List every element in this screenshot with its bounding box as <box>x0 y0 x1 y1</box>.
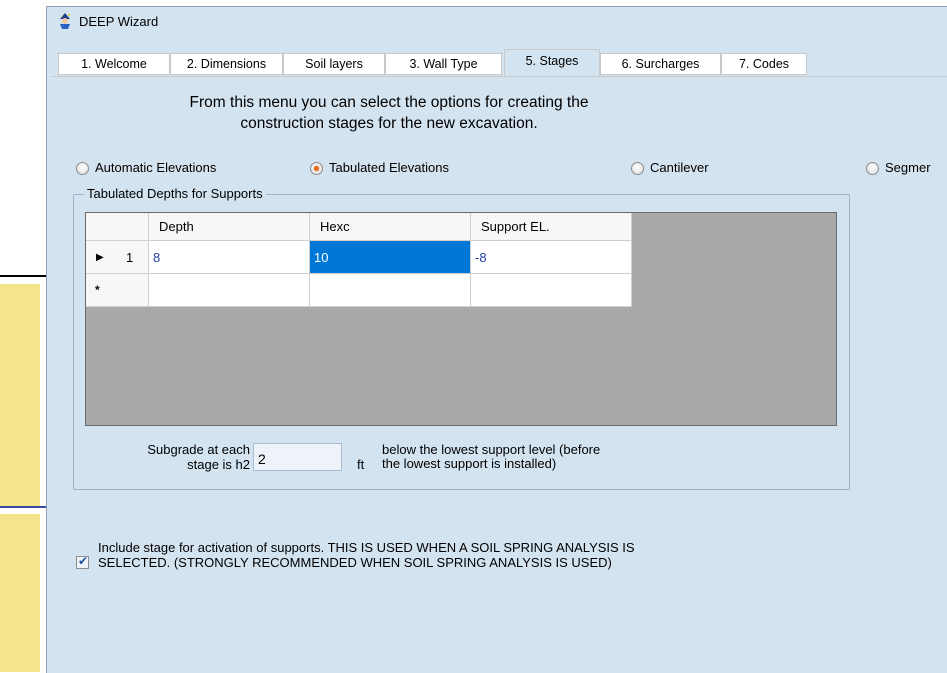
radio-circle <box>310 161 323 175</box>
new-row-asterisk-icon: * <box>95 283 100 297</box>
row-index: 1 <box>126 250 134 265</box>
background-yellow-panel <box>0 284 40 506</box>
background-divider-line <box>0 275 46 277</box>
table-cell-depth[interactable] <box>149 274 310 307</box>
title-bar[interactable]: DEEP Wizard <box>47 7 947 35</box>
radio-circle <box>866 161 879 175</box>
radio-circle <box>631 161 644 175</box>
tab-codes[interactable]: 7. Codes <box>721 53 807 75</box>
radio-automatic-elevations[interactable]: Automatic Elevations <box>76 158 216 178</box>
column-header-depth[interactable]: Depth <box>149 213 310 241</box>
column-header-hexc[interactable]: Hexc <box>310 213 471 241</box>
tab-panel-border <box>52 76 947 77</box>
table-cell-support-el[interactable]: -8 <box>471 241 632 274</box>
h2-input[interactable] <box>253 443 342 471</box>
checkmark-icon: ✔ <box>78 554 89 568</box>
tab-dimensions[interactable]: 2. Dimensions <box>170 53 283 75</box>
radio-circle <box>76 161 89 175</box>
background-yellow-panel <box>0 514 40 672</box>
row-header[interactable]: ▶ 1 <box>86 241 149 274</box>
radio-label: Segmer <box>885 160 931 175</box>
group-title: Tabulated Depths for Supports <box>84 186 266 201</box>
intro-text: From this menu you can select the option… <box>189 94 589 132</box>
radio-segmented[interactable]: Segmer <box>866 158 947 178</box>
activation-checkbox-label: Include stage for activation of supports… <box>98 540 635 570</box>
table-corner-header <box>86 213 149 241</box>
tab-wall-type[interactable]: 3. Wall Type <box>385 53 502 75</box>
table-cell-support-el[interactable] <box>471 274 632 307</box>
unit-label: ft <box>357 457 365 472</box>
tab-welcome[interactable]: 1. Welcome <box>58 53 170 75</box>
radio-cantilever[interactable]: Cantilever <box>631 158 709 178</box>
wizard-app-icon <box>60 13 70 29</box>
radio-label: Cantilever <box>650 160 709 175</box>
table-cell-hexc[interactable] <box>310 274 471 307</box>
subgrade-note: below the lowest support level (before t… <box>382 442 601 471</box>
tab-stages[interactable]: 5. Stages <box>504 49 600 76</box>
column-header-support-el[interactable]: Support EL. <box>471 213 632 241</box>
subgrade-label: Subgrade at each stage is h2 <box>147 442 250 472</box>
radio-label: Tabulated Elevations <box>329 160 449 175</box>
radio-label: Automatic Elevations <box>95 160 217 175</box>
activation-checkbox[interactable]: ✔ <box>76 554 89 569</box>
window-title: DEEP Wizard <box>79 14 159 29</box>
radio-tabulated-elevations[interactable]: Tabulated Elevations <box>310 158 449 178</box>
row-header-new[interactable]: * <box>86 274 149 307</box>
tab-soil-layers[interactable]: Soil layers <box>283 53 385 75</box>
current-row-arrow-icon: ▶ <box>96 252 104 263</box>
supports-table[interactable]: Depth Hexc Support EL. ▶ 1 8 10 -8 * <box>85 212 837 426</box>
tab-surcharges[interactable]: 6. Surcharges <box>600 53 721 75</box>
table-cell-depth[interactable]: 8 <box>149 241 310 274</box>
table-cell-hexc[interactable]: 10 <box>310 241 471 274</box>
background-divider-line <box>0 506 46 508</box>
